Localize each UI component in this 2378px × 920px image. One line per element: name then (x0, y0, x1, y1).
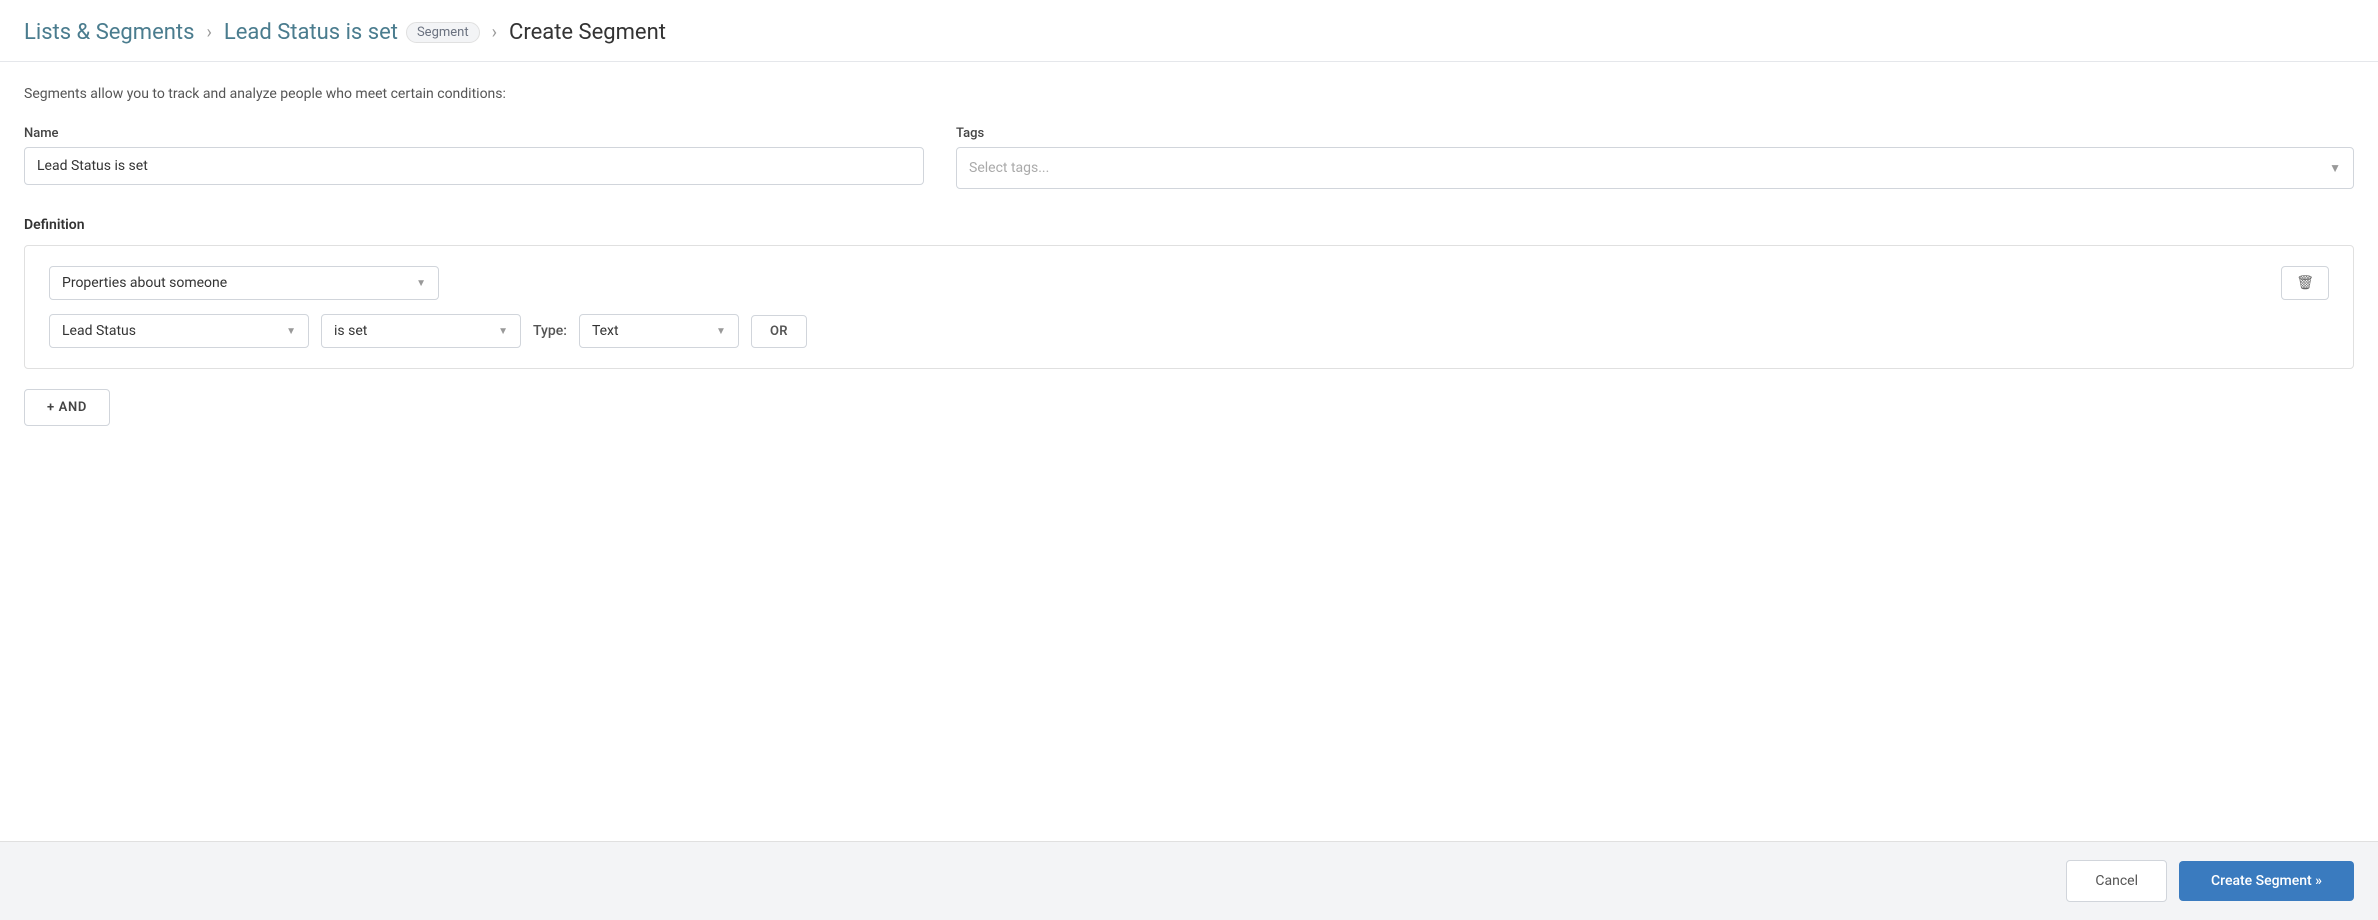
create-segment-button[interactable]: Create Segment » (2179, 861, 2354, 901)
definition-label: Definition (24, 217, 2354, 233)
is-set-label: is set (334, 323, 367, 339)
lead-status-dropdown-arrow: ▼ (286, 326, 296, 337)
trash-icon: 🗑 (2296, 275, 2314, 291)
tags-dropdown-arrow: ▼ (2329, 161, 2341, 175)
breadcrumb-lead-status: Lead Status is set (224, 20, 398, 45)
is-set-dropdown-arrow: ▼ (498, 326, 508, 337)
tags-label: Tags (956, 126, 2354, 141)
footer: Cancel Create Segment » (0, 841, 2378, 920)
name-label: Name (24, 126, 924, 141)
cancel-button[interactable]: Cancel (2066, 860, 2167, 902)
breadcrumb-current: Create Segment (509, 20, 666, 45)
breadcrumb: Lists & Segments › Lead Status is set Se… (0, 0, 2378, 62)
is-set-select[interactable]: is set ▼ (321, 314, 521, 348)
name-tags-row: Name Tags Select tags... ▼ (24, 126, 2354, 189)
type-value-label: Text (592, 323, 619, 339)
content-area: Segments allow you to track and analyze … (0, 62, 2378, 426)
tags-select[interactable]: Select tags... ▼ (956, 147, 2354, 189)
name-input[interactable] (24, 147, 924, 185)
breadcrumb-separator-2: › (492, 22, 497, 43)
type-prefix: Type: (533, 323, 567, 339)
condition-row-1: Properties about someone ▼ 🗑 (49, 266, 2329, 300)
breadcrumb-lists-link[interactable]: Lists & Segments (24, 20, 194, 45)
type-dropdown-arrow: ▼ (716, 326, 726, 337)
delete-condition-button[interactable]: 🗑 (2281, 266, 2329, 300)
name-form-group: Name (24, 126, 924, 185)
and-button[interactable]: + AND (24, 389, 110, 426)
breadcrumb-badge: Segment (406, 22, 480, 43)
page-description: Segments allow you to track and analyze … (24, 86, 2354, 102)
tags-form-group: Tags Select tags... ▼ (956, 126, 2354, 189)
condition-row-2: Lead Status ▼ is set ▼ Type: Text ▼ OR (49, 314, 2329, 348)
type-select[interactable]: Text ▼ (579, 314, 739, 348)
lead-status-label: Lead Status (62, 323, 136, 339)
breadcrumb-separator-1: › (206, 22, 211, 43)
definition-box: Properties about someone ▼ 🗑 Lead Status… (24, 245, 2354, 369)
page-wrapper: Lists & Segments › Lead Status is set Se… (0, 0, 2378, 426)
lead-status-select[interactable]: Lead Status ▼ (49, 314, 309, 348)
tags-placeholder: Select tags... (969, 160, 1049, 176)
definition-section: Definition Properties about someone ▼ 🗑 … (24, 217, 2354, 426)
properties-select-label: Properties about someone (62, 275, 227, 291)
properties-dropdown-arrow: ▼ (416, 278, 426, 289)
or-button[interactable]: OR (751, 315, 807, 348)
properties-select[interactable]: Properties about someone ▼ (49, 266, 439, 300)
